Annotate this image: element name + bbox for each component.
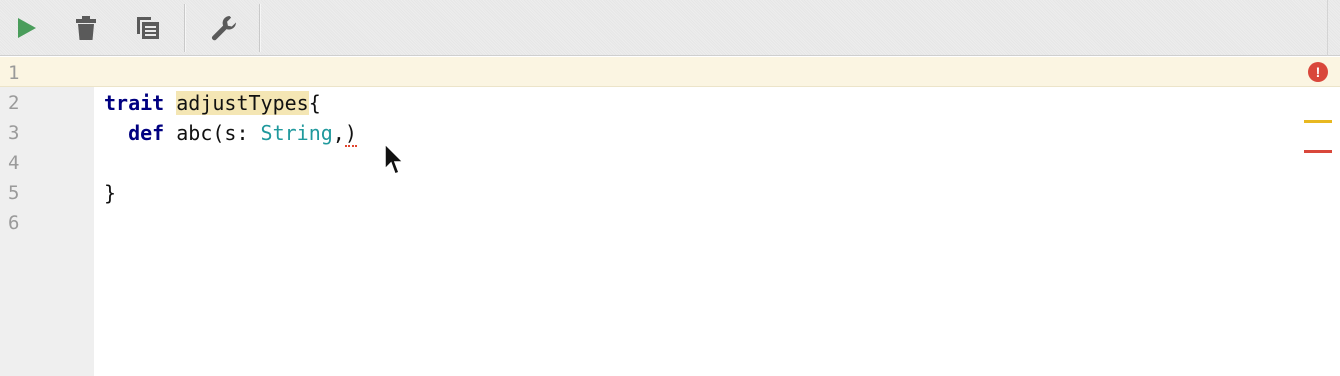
method-signature: abc(s: — [164, 121, 261, 145]
play-icon — [18, 18, 36, 38]
open-brace: { — [308, 91, 321, 115]
line-number: 3 — [8, 122, 20, 144]
settings-button[interactable] — [204, 8, 244, 48]
close-brace: } — [104, 181, 117, 205]
line-number: 4 — [8, 152, 20, 174]
copy-icon — [137, 17, 159, 39]
toolbar-edge — [1327, 0, 1328, 56]
current-line-highlight — [0, 57, 1340, 87]
trash-icon — [76, 16, 96, 40]
line-number: 1 — [8, 62, 20, 84]
keyword-def: def — [128, 121, 165, 145]
toolbar — [0, 0, 1340, 56]
mouse-pointer-icon — [384, 143, 405, 175]
line-number: 2 — [8, 92, 20, 114]
code-line-2[interactable]: trait adjustTypes{ — [104, 88, 321, 118]
line-number: 6 — [8, 212, 20, 234]
keyword-trait: trait — [104, 91, 165, 115]
type-string: String — [260, 121, 333, 145]
line-number: 5 — [8, 182, 20, 204]
copy-button[interactable] — [128, 8, 168, 48]
warning-stripe-marker[interactable] — [1304, 120, 1332, 123]
comma: , — [332, 121, 345, 145]
trait-name: adjustTypes — [176, 91, 309, 115]
scala-worksheet: 1 2 3 4 5 6 trait adjustTypes{ def abc(s… — [0, 0, 1340, 376]
toolbar-separator — [259, 4, 260, 52]
error-indicator-icon[interactable]: ! — [1308, 62, 1328, 82]
code-line-5[interactable]: } — [104, 178, 116, 208]
toolbar-separator — [184, 4, 185, 52]
error-paren: ) — [344, 121, 357, 147]
clear-button[interactable] — [66, 8, 106, 48]
run-button[interactable] — [6, 8, 46, 48]
code-line-3[interactable]: def abc(s: String,) — [104, 118, 357, 148]
wrench-icon — [212, 16, 237, 41]
error-stripe-marker[interactable] — [1304, 150, 1332, 153]
